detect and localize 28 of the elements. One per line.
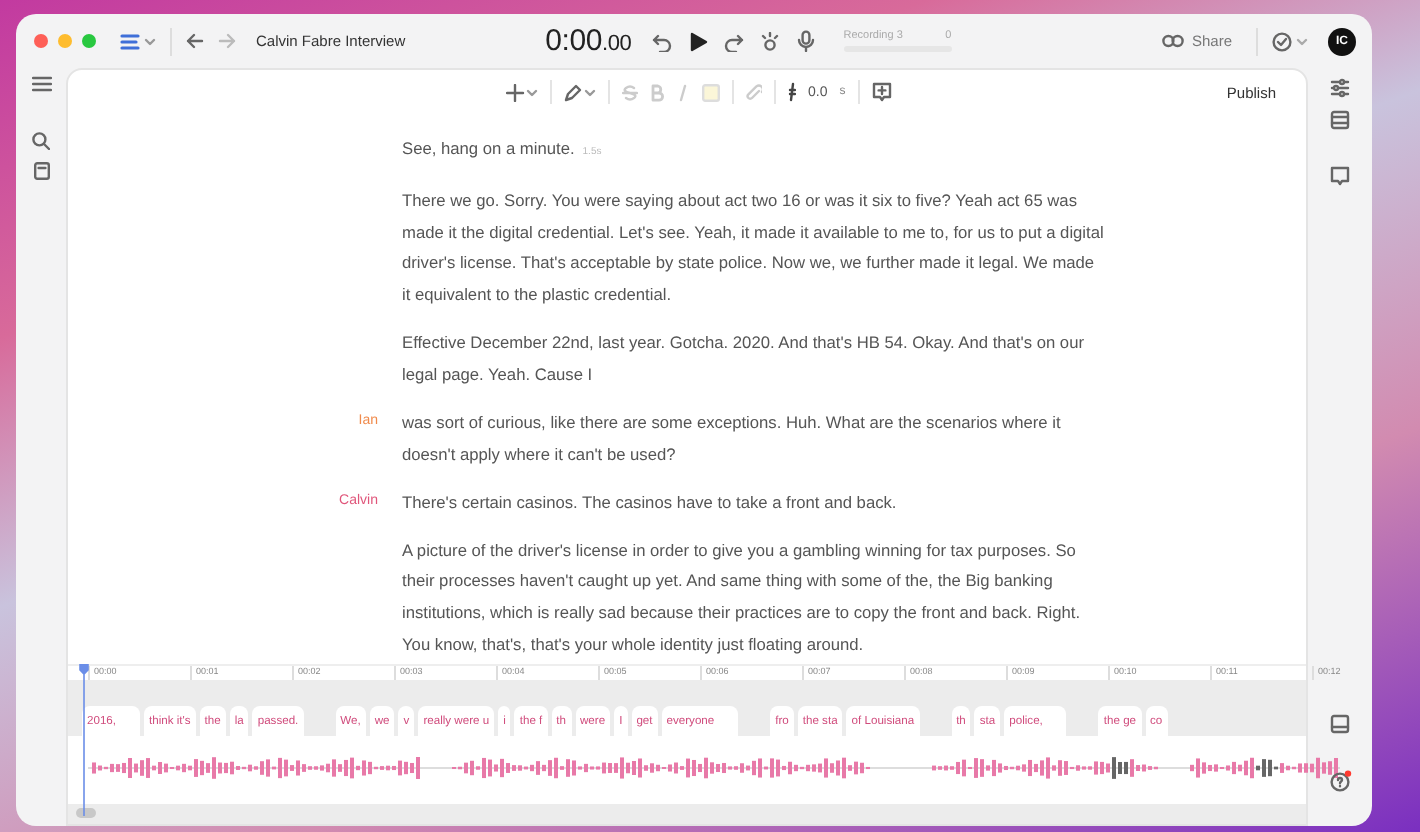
- microphone-icon[interactable]: [795, 30, 816, 52]
- sliders-icon[interactable]: [1330, 78, 1350, 98]
- undo-icon[interactable]: [651, 31, 672, 51]
- transcript-paragraph: There we go. Sorry. You were saying about act two 16 or was it six to five? Yeah act 65 was made it the digital credential. Let's see. Yeah, it made it available to me to, for us to put a digital driver's license. That's acceptable by state police. Now we, we further made it legal. We made it equivalent to the plastic credential.: [402, 190, 1104, 305]
- list-icon[interactable]: [120, 31, 156, 51]
- pen-icon[interactable]: [564, 83, 596, 101]
- transcript-paragraph: See, hang on a minute.: [402, 138, 575, 158]
- plus-icon[interactable]: [506, 83, 538, 101]
- timecode: 0:00.00: [545, 24, 632, 58]
- panel-icon[interactable]: [1330, 714, 1350, 734]
- transcript-paragraph: Effective December 22nd, last year. Gotcha. 2020. And that's HB 54. Okay. And that's on our legal page. Yeah. Cause I: [402, 332, 1084, 384]
- comment-icon[interactable]: [1330, 166, 1350, 186]
- link-icon: [1161, 34, 1184, 48]
- check-circle-icon[interactable]: [1272, 31, 1308, 51]
- search-icon[interactable]: [32, 132, 50, 150]
- add-comment-icon[interactable]: [871, 82, 892, 102]
- transcript-paragraph: There's certain casinos. The casinos have to take a front and back.: [402, 491, 897, 512]
- transcript-paragraph: was sort of curious, like there are some exceptions. Huh. What are the scenarios where it doesn't apply where it can't be used?: [402, 411, 1061, 464]
- help-icon[interactable]: [1329, 770, 1351, 792]
- playhead[interactable]: [78, 664, 90, 816]
- menu-icon[interactable]: [31, 76, 51, 92]
- document-icon[interactable]: [33, 162, 49, 180]
- play-icon[interactable]: [687, 31, 708, 51]
- scroll-thumb[interactable]: [76, 808, 96, 818]
- back-arrow-icon[interactable]: [186, 32, 204, 50]
- redo-icon[interactable]: [723, 31, 744, 51]
- transcript-paragraph: A picture of the driver's license in order to give you a gambling winning for tax purposes. So their processes haven't caught up yet. And same thing with some of the, the Big banking institutions, which is really sad because their practices are to copy the front and back. Right. You know, that's, that's your whole identity just floating around.: [402, 539, 1081, 654]
- pause-marker-icon[interactable]: [788, 82, 796, 102]
